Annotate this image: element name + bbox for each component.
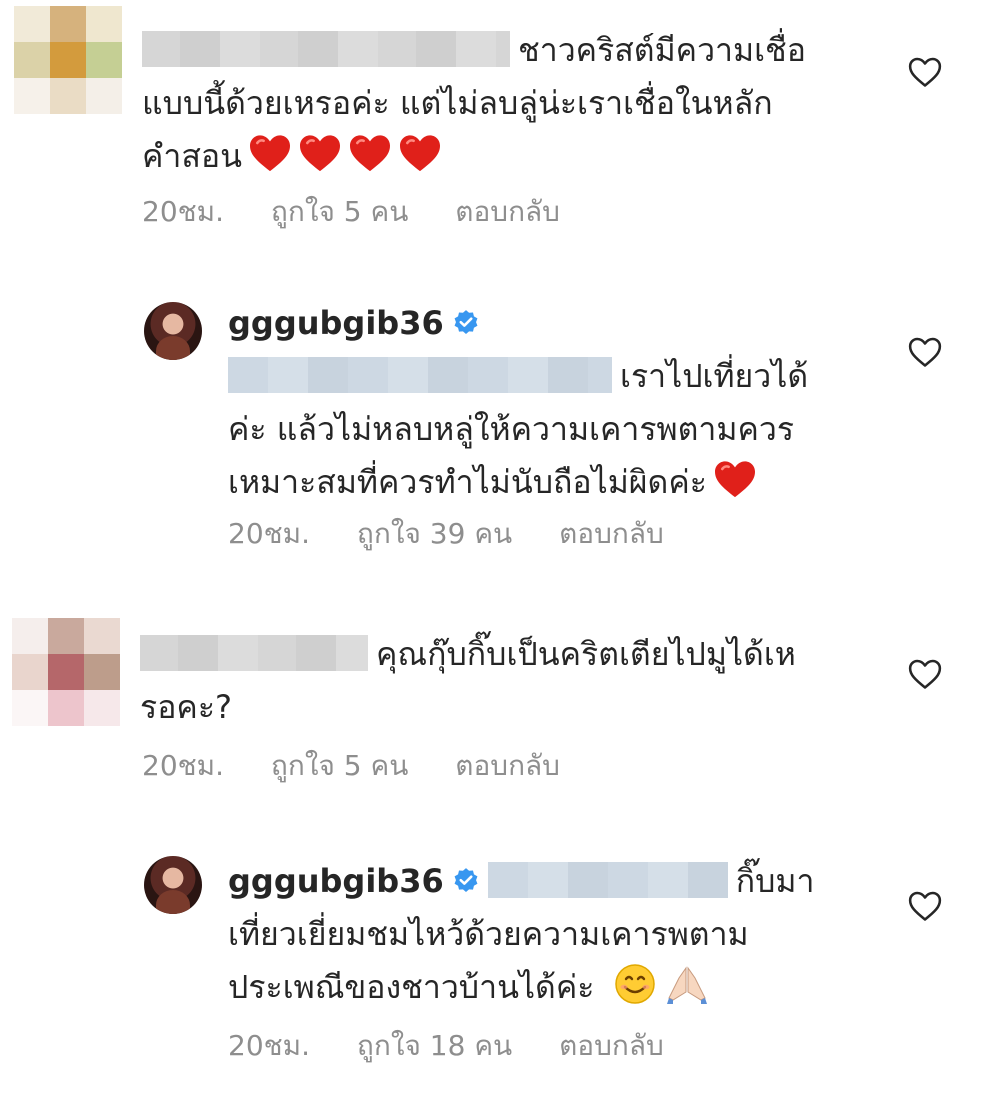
reply-button[interactable]: ตอบกลับ: [455, 195, 560, 228]
like-heart-icon[interactable]: [908, 336, 942, 368]
comment-text-line: คำสอน: [142, 137, 242, 175]
comment-time: 20ชม.: [142, 195, 224, 228]
blurred-mention: [487, 862, 728, 898]
verified-badge-icon: [452, 867, 480, 895]
comment-meta: 20ชม. ถูกใจ 5 คน ตอบกลับ: [142, 744, 598, 788]
avatar[interactable]: [144, 302, 202, 360]
avatar[interactable]: [144, 856, 202, 914]
like-count[interactable]: ถูกใจ 39 คน: [357, 517, 512, 550]
comment-meta: 20ชม. ถูกใจ 5 คน ตอบกลับ: [142, 190, 598, 234]
comment-text-line: เราไปเที่ยวได้: [620, 357, 809, 395]
red-heart-emoji-icon: [248, 133, 292, 173]
comment-time: 20ชม.: [142, 749, 224, 782]
red-heart-emoji-icon: [298, 133, 342, 173]
comment-text: ชาวคริสต์มีความเชื่อ แบบนี้ด้วยเหรอค่ะ แ…: [142, 24, 882, 183]
comment-text: gggubgib36 เราไปเที่ยวได้ ค่ะ แล้วไม่หลบ…: [228, 297, 888, 509]
comment-meta: 20ชม. ถูกใจ 39 คน ตอบกลับ: [228, 512, 702, 556]
comment-text-line: ค่ะ แล้วไม่หลบหลู่ให้ความเคารพตามควร: [228, 410, 795, 448]
comment-text: gggubgib36 กิ๊บมา เที่ยวเยี่ยมชมไหว้ด้วยค…: [228, 855, 888, 1014]
comment-text-line: ประเพณีของชาวบ้านได้ค่ะ: [228, 968, 595, 1006]
blurred-username: [140, 635, 368, 671]
folded-hands-emoji-icon: [666, 966, 707, 1004]
like-count[interactable]: ถูกใจ 18 คน: [357, 1029, 512, 1062]
comment-text-line: รอคะ?: [140, 688, 232, 726]
username-link[interactable]: gggubgib36: [228, 862, 444, 900]
red-heart-emoji-icon: [348, 133, 392, 173]
comment-text-line: คุณกุ๊บกิ๊บเป็นคริตเตียไปมูได้เห: [376, 635, 796, 673]
comment-text-line: เหมาะสมที่ควรทำไม่นับถือไม่ผิดค่ะ: [228, 463, 707, 501]
verified-badge-icon: [452, 309, 480, 337]
like-heart-icon[interactable]: [908, 890, 942, 922]
reply-button[interactable]: ตอบกลับ: [559, 517, 664, 550]
like-heart-icon[interactable]: [908, 56, 942, 88]
comment-text-line: ชาวคริสต์มีความเชื่อ: [518, 31, 806, 69]
reply-button[interactable]: ตอบกลับ: [559, 1029, 664, 1062]
reply-button[interactable]: ตอบกลับ: [455, 749, 560, 782]
like-count[interactable]: ถูกใจ 5 คน: [271, 195, 408, 228]
avatar[interactable]: [14, 6, 122, 114]
smiling-face-emoji-icon: [614, 964, 655, 1004]
blurred-mention: [228, 357, 612, 393]
comment-time: 20ชม.: [228, 1029, 310, 1062]
avatar[interactable]: [12, 618, 120, 726]
comment-text-line: แบบนี้ด้วยเหรอค่ะ แต่ไม่ลบลู่น่ะเราเชื่อ…: [142, 84, 773, 122]
comment-text-line: เที่ยวเยี่ยมชมไหว้ด้วยความเคารพตาม: [228, 915, 749, 953]
red-heart-emoji-icon: [398, 133, 442, 173]
username-link[interactable]: gggubgib36: [228, 304, 444, 342]
blurred-username: [142, 31, 510, 67]
comment-text: คุณกุ๊บกิ๊บเป็นคริตเตียไปมูได้เห รอคะ?: [140, 628, 880, 734]
like-count[interactable]: ถูกใจ 5 คน: [271, 749, 408, 782]
red-heart-emoji-icon: [713, 459, 757, 499]
comment-time: 20ชม.: [228, 517, 310, 550]
comment-text-line: กิ๊บมา: [735, 862, 815, 900]
comment-meta: 20ชม. ถูกใจ 18 คน ตอบกลับ: [228, 1024, 702, 1068]
like-heart-icon[interactable]: [908, 658, 942, 690]
